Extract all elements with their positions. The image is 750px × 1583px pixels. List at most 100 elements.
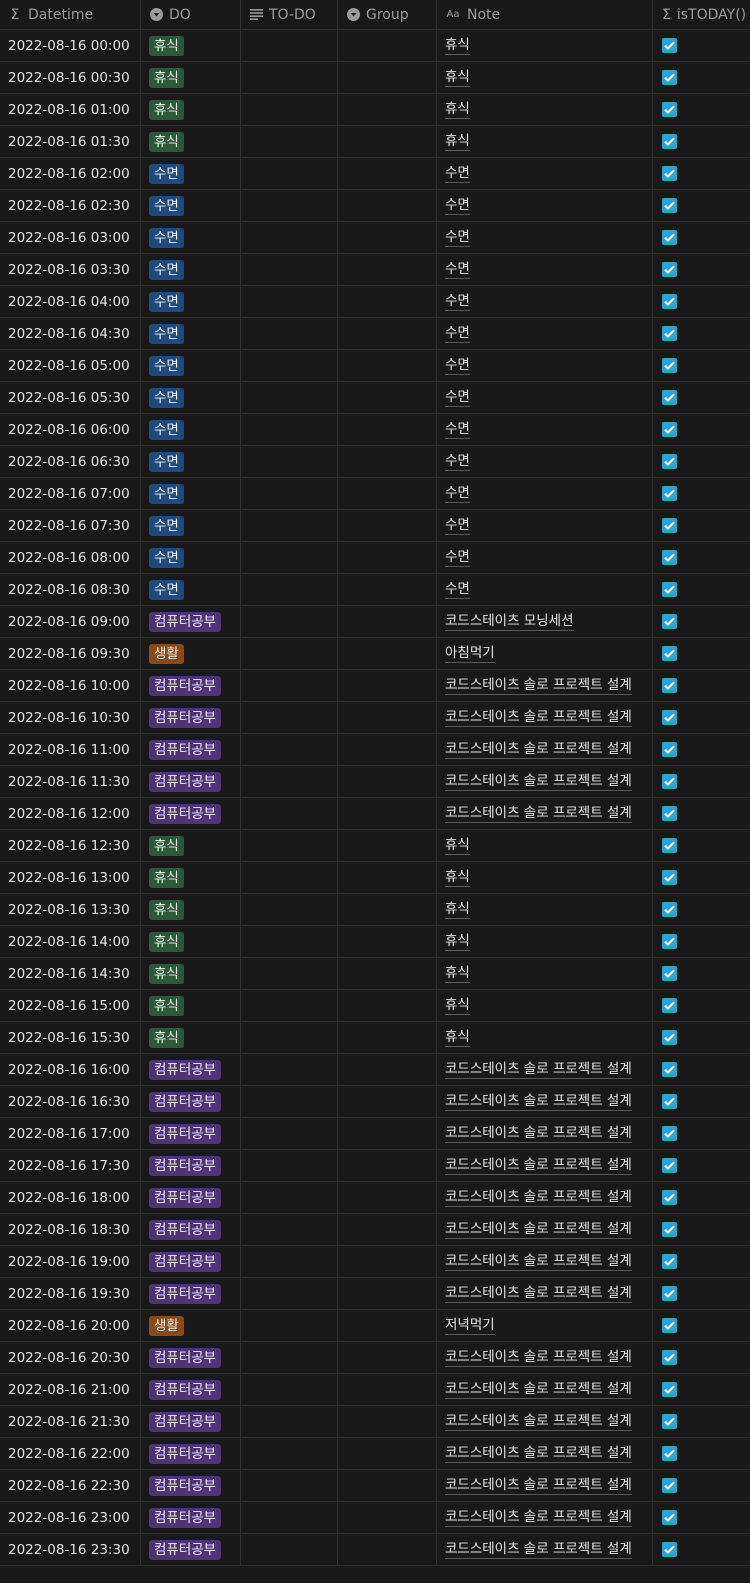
note-cell[interactable]: 수면 [437, 510, 653, 541]
datetime-cell[interactable]: 2022-08-16 01:00 [0, 94, 141, 125]
datetime-cell[interactable]: 2022-08-16 06:00 [0, 414, 141, 445]
note-title[interactable]: 수면 [445, 261, 470, 279]
do-cell[interactable]: 수면 [141, 190, 241, 221]
datetime-cell[interactable]: 2022-08-16 01:30 [0, 126, 141, 157]
note-cell[interactable]: 휴식 [437, 62, 653, 93]
datetime-cell[interactable]: 2022-08-16 09:30 [0, 638, 141, 669]
note-cell[interactable]: 휴식 [437, 30, 653, 61]
note-title[interactable]: 코드스테이츠 모닝세션 [445, 613, 574, 631]
table-row[interactable]: 2022-08-16 17:30 컴퓨터공부 코드스테이츠 솔로 프로젝트 설계 [0, 1150, 750, 1182]
note-title[interactable]: 코드스테이츠 솔로 프로젝트 설계 [445, 1221, 632, 1239]
todo-cell[interactable] [241, 862, 338, 893]
todo-cell[interactable] [241, 1054, 338, 1085]
note-cell[interactable]: 코드스테이츠 솔로 프로젝트 설계 [437, 734, 653, 765]
group-cell[interactable] [338, 798, 437, 829]
table-row[interactable]: 2022-08-16 02:00 수면 수면 [0, 158, 750, 190]
table-row[interactable]: 2022-08-16 04:30 수면 수면 [0, 318, 750, 350]
table-row[interactable]: 2022-08-16 00:30 휴식 휴식 [0, 62, 750, 94]
table-row[interactable]: 2022-08-16 15:00 휴식 휴식 [0, 990, 750, 1022]
do-cell[interactable]: 휴식 [141, 94, 241, 125]
do-cell[interactable]: 휴식 [141, 830, 241, 861]
table-row[interactable]: 2022-08-16 01:30 휴식 휴식 [0, 126, 750, 158]
group-cell[interactable] [338, 286, 437, 317]
table-row[interactable]: 2022-08-16 00:00 휴식 휴식 [0, 30, 750, 62]
do-cell[interactable]: 휴식 [141, 958, 241, 989]
todo-cell[interactable] [241, 606, 338, 637]
note-title[interactable]: 수면 [445, 549, 470, 567]
do-cell[interactable]: 컴퓨터공부 [141, 1214, 241, 1245]
do-cell[interactable]: 휴식 [141, 126, 241, 157]
note-cell[interactable]: 코드스테이츠 솔로 프로젝트 설계 [437, 1342, 653, 1373]
note-title[interactable]: 수면 [445, 421, 470, 439]
datetime-cell[interactable]: 2022-08-16 20:00 [0, 1310, 141, 1341]
table-row[interactable]: 2022-08-16 06:30 수면 수면 [0, 446, 750, 478]
group-cell[interactable] [338, 926, 437, 957]
do-cell[interactable]: 컴퓨터공부 [141, 1086, 241, 1117]
todo-cell[interactable] [241, 990, 338, 1021]
group-cell[interactable] [338, 606, 437, 637]
todo-cell[interactable] [241, 958, 338, 989]
table-row[interactable]: 2022-08-16 03:30 수면 수면 [0, 254, 750, 286]
datetime-cell[interactable]: 2022-08-16 00:00 [0, 30, 141, 61]
do-cell[interactable]: 수면 [141, 350, 241, 381]
column-header-datetime[interactable]: Σ Datetime [0, 0, 141, 29]
note-cell[interactable]: 아침먹기 [437, 638, 653, 669]
column-header-todo[interactable]: TO-DO [241, 0, 338, 29]
datetime-cell[interactable]: 2022-08-16 10:00 [0, 670, 141, 701]
table-row[interactable]: 2022-08-16 08:00 수면 수면 [0, 542, 750, 574]
note-title[interactable]: 수면 [445, 197, 470, 215]
datetime-cell[interactable]: 2022-08-16 22:30 [0, 1470, 141, 1501]
table-row[interactable]: 2022-08-16 01:00 휴식 휴식 [0, 94, 750, 126]
todo-cell[interactable] [241, 254, 338, 285]
note-title[interactable]: 휴식 [445, 133, 470, 151]
note-title[interactable]: 코드스테이츠 솔로 프로젝트 설계 [445, 677, 632, 695]
todo-cell[interactable] [241, 1438, 338, 1469]
note-cell[interactable]: 수면 [437, 286, 653, 317]
do-cell[interactable]: 휴식 [141, 894, 241, 925]
column-header-note[interactable]: Aa Note [437, 0, 653, 29]
note-cell[interactable]: 수면 [437, 190, 653, 221]
group-cell[interactable] [338, 670, 437, 701]
group-cell[interactable] [338, 1086, 437, 1117]
note-title[interactable]: 코드스테이츠 솔로 프로젝트 설계 [445, 1125, 632, 1143]
table-row[interactable]: 2022-08-16 20:00 생활 저녁먹기 [0, 1310, 750, 1342]
todo-cell[interactable] [241, 158, 338, 189]
datetime-cell[interactable]: 2022-08-16 08:30 [0, 574, 141, 605]
do-cell[interactable]: 수면 [141, 446, 241, 477]
group-cell[interactable] [338, 1278, 437, 1309]
note-cell[interactable]: 수면 [437, 574, 653, 605]
todo-cell[interactable] [241, 446, 338, 477]
note-cell[interactable]: 휴식 [437, 926, 653, 957]
group-cell[interactable] [338, 1310, 437, 1341]
note-cell[interactable]: 코드스테이츠 솔로 프로젝트 설계 [437, 1086, 653, 1117]
datetime-cell[interactable]: 2022-08-16 23:00 [0, 1502, 141, 1533]
do-cell[interactable]: 컴퓨터공부 [141, 670, 241, 701]
todo-cell[interactable] [241, 510, 338, 541]
datetime-cell[interactable]: 2022-08-16 16:00 [0, 1054, 141, 1085]
group-cell[interactable] [338, 1374, 437, 1405]
group-cell[interactable] [338, 126, 437, 157]
note-title[interactable]: 코드스테이츠 솔로 프로젝트 설계 [445, 805, 632, 823]
todo-cell[interactable] [241, 478, 338, 509]
datetime-cell[interactable]: 2022-08-16 10:30 [0, 702, 141, 733]
group-cell[interactable] [338, 350, 437, 381]
datetime-cell[interactable]: 2022-08-16 03:30 [0, 254, 141, 285]
todo-cell[interactable] [241, 1342, 338, 1373]
note-title[interactable]: 코드스테이츠 솔로 프로젝트 설계 [445, 1285, 632, 1303]
note-cell[interactable]: 코드스테이츠 솔로 프로젝트 설계 [437, 1278, 653, 1309]
todo-cell[interactable] [241, 286, 338, 317]
table-row[interactable]: 2022-08-16 02:30 수면 수면 [0, 190, 750, 222]
group-cell[interactable] [338, 894, 437, 925]
todo-cell[interactable] [241, 94, 338, 125]
datetime-cell[interactable]: 2022-08-16 02:00 [0, 158, 141, 189]
note-cell[interactable]: 수면 [437, 222, 653, 253]
note-title[interactable]: 저녁먹기 [445, 1317, 495, 1335]
note-title[interactable]: 휴식 [445, 901, 470, 919]
note-title[interactable]: 코드스테이츠 솔로 프로젝트 설계 [445, 1253, 632, 1271]
todo-cell[interactable] [241, 30, 338, 61]
do-cell[interactable]: 수면 [141, 158, 241, 189]
note-cell[interactable]: 휴식 [437, 862, 653, 893]
group-cell[interactable] [338, 1214, 437, 1245]
note-title[interactable]: 코드스테이츠 솔로 프로젝트 설계 [445, 1349, 632, 1367]
group-cell[interactable] [338, 542, 437, 573]
